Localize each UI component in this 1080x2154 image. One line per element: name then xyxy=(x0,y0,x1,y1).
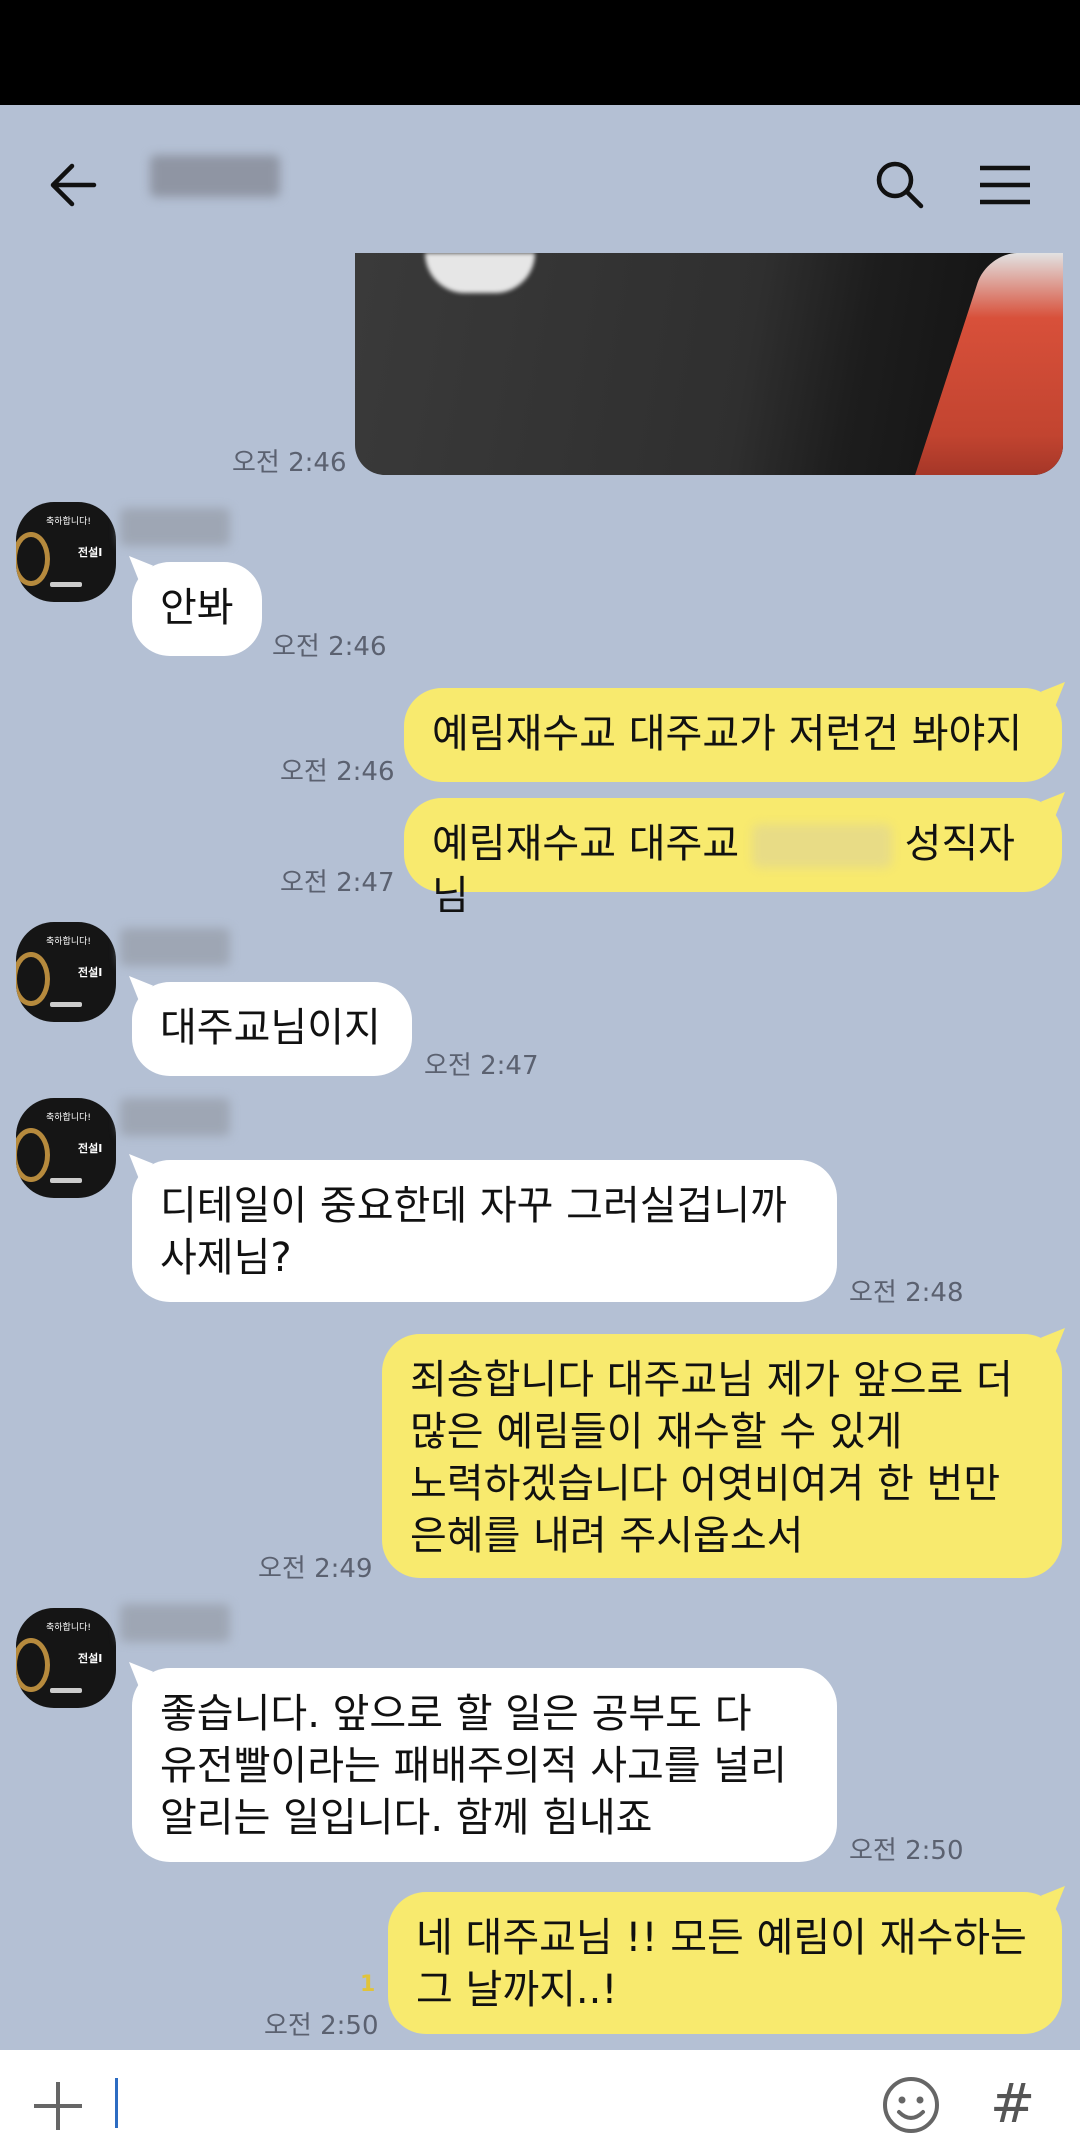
message-text-line: 많은 예림들이 재수할 수 있게 xyxy=(410,1409,903,1455)
message-text-line: 유전빨이라는 패배주의적 사고를 널리 xyxy=(160,1743,787,1789)
wreath-icon xyxy=(16,1638,50,1692)
avatar[interactable]: 축하합니다! 전설I xyxy=(16,1098,116,1198)
message-bubble-incoming[interactable]: 좋습니다. 앞으로 할 일은 공부도 다 유전빨이라는 패배주의적 사고를 널리… xyxy=(132,1668,837,1862)
message-time: 오전 2:48 xyxy=(849,1278,964,1308)
hamburger-menu-icon xyxy=(980,165,1030,205)
chat-title-redacted xyxy=(150,155,280,197)
message-text: 예림재수교 대주교가 저런건 봐야지 xyxy=(432,711,1023,757)
message-time: 오전 2:50 xyxy=(849,1836,964,1866)
message-bubble-incoming[interactable]: 대주교님이지 xyxy=(132,982,412,1076)
wreath-icon xyxy=(16,1128,50,1182)
message-bubble-incoming[interactable]: 디테일이 중요한데 자꾸 그러실겁니까 사제님? xyxy=(132,1160,837,1302)
message-text-line: 네 대주교님 !! 모든 예림이 재수하는 xyxy=(416,1915,1027,1961)
message-text-line: 디테일이 중요한데 자꾸 그러실겁니까 xyxy=(160,1183,787,1229)
message-bubble-incoming[interactable]: 안봐 xyxy=(132,562,262,656)
avatar[interactable]: 축하합니다! 전설I xyxy=(16,922,116,1022)
text-cursor xyxy=(115,2078,118,2128)
avatar-text: 전설I xyxy=(78,546,103,559)
message-time: 오전 2:47 xyxy=(424,1051,539,1081)
message-text-line: 은혜를 내려 주시옵소서 xyxy=(410,1513,804,1559)
photo-message[interactable] xyxy=(355,253,1063,475)
avatar-text: 전설I xyxy=(78,1652,103,1665)
message-time: 오전 2:49 xyxy=(258,1554,373,1584)
message-time: 오전 2:46 xyxy=(280,757,395,787)
message-input-bar: # xyxy=(0,2050,1080,2154)
chat-header xyxy=(0,105,1080,255)
message-time: 오전 2:46 xyxy=(232,448,347,478)
message-text: 예림재수교 대주교 xyxy=(432,821,740,867)
avatar-text: 축하합니다! xyxy=(46,1623,92,1633)
message-text: 안봐 xyxy=(160,585,234,631)
message-text-line: 사제님? xyxy=(160,1235,292,1281)
smiley-icon xyxy=(883,2077,939,2133)
message-time: 오전 2:47 xyxy=(280,868,395,898)
message-bubble-outgoing[interactable]: 예림재수교 대주교가 저런건 봐야지 xyxy=(404,688,1062,782)
wreath-icon xyxy=(16,952,50,1006)
sender-name-redacted xyxy=(120,1098,230,1136)
message-text-line: 알리는 일입니다. 함께 힘내죠 xyxy=(160,1795,653,1841)
message-text-line: 죄송합니다 대주교님 제가 앞으로 더 xyxy=(410,1357,1013,1403)
avatar[interactable]: 축하합니다! 전설I xyxy=(16,502,116,602)
photo-content xyxy=(425,253,535,293)
avatar-text: 축하합니다! xyxy=(46,1113,92,1123)
avatar-bar xyxy=(50,1688,82,1693)
arrow-left-icon xyxy=(50,163,97,207)
menu-button[interactable] xyxy=(970,150,1040,220)
avatar-bar xyxy=(50,1002,82,1007)
sender-name-redacted xyxy=(120,1604,230,1642)
avatar[interactable]: 축하합니다! 전설I xyxy=(16,1608,116,1708)
sender-name-redacted xyxy=(120,928,230,966)
avatar-text: 축하합니다! xyxy=(46,937,92,947)
message-bubble-outgoing[interactable]: 죄송합니다 대주교님 제가 앞으로 더 많은 예림들이 재수할 수 있게 노력하… xyxy=(382,1334,1062,1578)
sender-name-redacted xyxy=(120,508,230,546)
message-time: 오전 2:50 xyxy=(264,2011,379,2041)
wreath-icon xyxy=(16,532,50,586)
redacted-text xyxy=(751,824,892,868)
avatar-text: 전설I xyxy=(78,1142,103,1155)
status-bar xyxy=(0,0,1080,105)
search-button[interactable] xyxy=(865,150,935,220)
plus-icon xyxy=(34,2082,82,2130)
emoji-button[interactable] xyxy=(880,2074,942,2136)
message-input[interactable] xyxy=(125,2070,829,2136)
message-bubble-outgoing[interactable]: 네 대주교님 !! 모든 예림이 재수하는 그 날까지..! xyxy=(388,1892,1062,2034)
message-text: 대주교님이지 xyxy=(160,1005,381,1051)
unread-count: 1 xyxy=(360,1972,376,1997)
attach-button[interactable] xyxy=(30,2078,86,2134)
message-text-line: 그 날까지..! xyxy=(416,1967,618,2013)
hashtag-search-button[interactable]: # xyxy=(990,2072,1035,2135)
search-icon xyxy=(876,161,924,209)
photo-content xyxy=(902,253,1063,475)
avatar-bar xyxy=(50,582,82,587)
avatar-text: 축하합니다! xyxy=(46,517,92,527)
message-text-line: 좋습니다. 앞으로 할 일은 공부도 다 xyxy=(160,1691,752,1737)
message-time: 오전 2:46 xyxy=(272,632,387,662)
avatar-text: 전설I xyxy=(78,966,103,979)
message-bubble-outgoing[interactable]: 예림재수교 대주교 성직자님 xyxy=(404,798,1062,919)
back-button[interactable] xyxy=(38,150,108,220)
message-text-line: 노력하겠습니다 어엿비여겨 한 번만 xyxy=(410,1461,1001,1507)
avatar-bar xyxy=(50,1178,82,1183)
